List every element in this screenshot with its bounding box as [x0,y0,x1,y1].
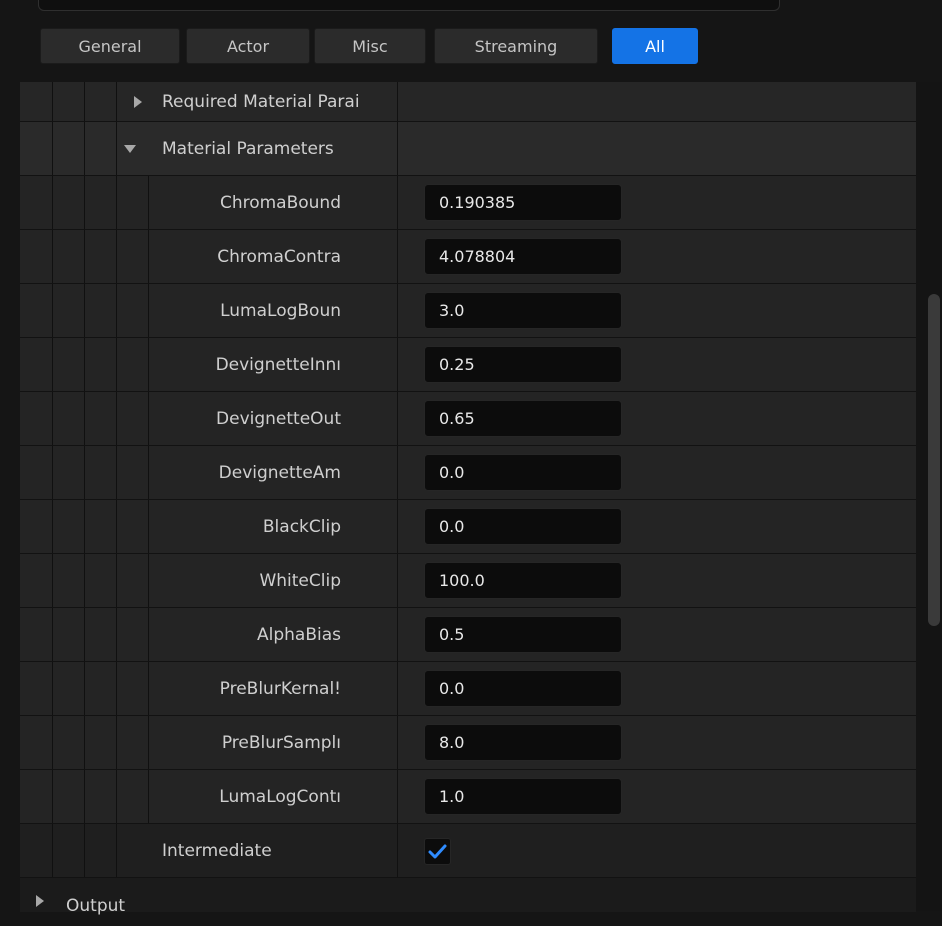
property-label: PreBlurSamplı [221,732,341,753]
group-required-material-params[interactable]: Required Material Parai [20,82,916,122]
details-panel: Required Material Parai Material Paramet… [20,82,916,916]
property-row: DevignetteInnı 0.25 [20,338,916,392]
tab-all[interactable]: All [612,28,698,64]
intermediate-checkbox[interactable] [424,838,451,865]
property-value-input[interactable]: 1.0 [424,778,622,815]
property-row: PreBlurKernal! 0.0 [20,662,916,716]
property-label: DevignetteOut [216,408,341,429]
group-label: Material Parameters [162,138,334,159]
property-row: AlphaBias 0.5 [20,608,916,662]
property-value-input[interactable]: 0.190385 [424,184,622,221]
tab-general[interactable]: General [40,28,180,64]
property-row: LumaLogContı 1.0 [20,770,916,824]
property-value-input[interactable]: 0.0 [424,508,622,545]
tab-misc[interactable]: Misc [314,28,426,64]
group-label: Required Material Parai [162,91,360,112]
property-row: PreBlurSamplı 8.0 [20,716,916,770]
property-label: BlackClip [262,516,341,537]
property-label: WhiteClip [259,570,341,591]
property-value-input[interactable]: 0.25 [424,346,622,383]
property-label: AlphaBias [257,624,341,645]
collapse-down-icon[interactable] [124,145,136,153]
property-row: DevignetteAm 0.0 [20,446,916,500]
property-label: ChromaContra [217,246,341,267]
property-row: BlackClip 0.0 [20,500,916,554]
property-row-intermediate: Intermediate [20,824,916,878]
property-value-input[interactable]: 0.0 [424,454,622,491]
property-label: Intermediate [162,840,272,861]
property-label: DevignetteInnı [215,354,341,375]
group-label: Output [66,896,126,916]
property-value-input[interactable]: 100.0 [424,562,622,599]
search-bar-edge[interactable] [38,0,780,11]
checkmark-icon [428,844,447,859]
group-output[interactable]: Output [20,878,916,916]
property-row: WhiteClip 100.0 [20,554,916,608]
expand-right-icon[interactable] [134,96,142,108]
property-row: ChromaContra 4.078804 [20,230,916,284]
property-label: LumaLogBoun [220,300,341,321]
property-value-input[interactable]: 0.5 [424,616,622,653]
property-row: LumaLogBoun 3.0 [20,284,916,338]
property-label: PreBlurKernal! [219,678,341,699]
expand-right-icon[interactable] [36,895,44,907]
scrollbar-thumb[interactable] [928,294,940,626]
group-material-parameters[interactable]: Material Parameters [20,122,916,176]
property-value-input[interactable]: 4.078804 [424,238,622,275]
property-value-input[interactable]: 0.65 [424,400,622,437]
property-value-input[interactable]: 0.0 [424,670,622,707]
property-row: ChromaBound 0.190385 [20,176,916,230]
property-row: DevignetteOut 0.65 [20,392,916,446]
property-label: ChromaBound [219,192,341,213]
tab-actor[interactable]: Actor [186,28,310,64]
property-label: LumaLogContı [219,786,341,807]
tab-streaming[interactable]: Streaming [434,28,598,64]
property-value-input[interactable]: 8.0 [424,724,622,761]
property-label: DevignetteAm [218,462,341,483]
property-value-input[interactable]: 3.0 [424,292,622,329]
